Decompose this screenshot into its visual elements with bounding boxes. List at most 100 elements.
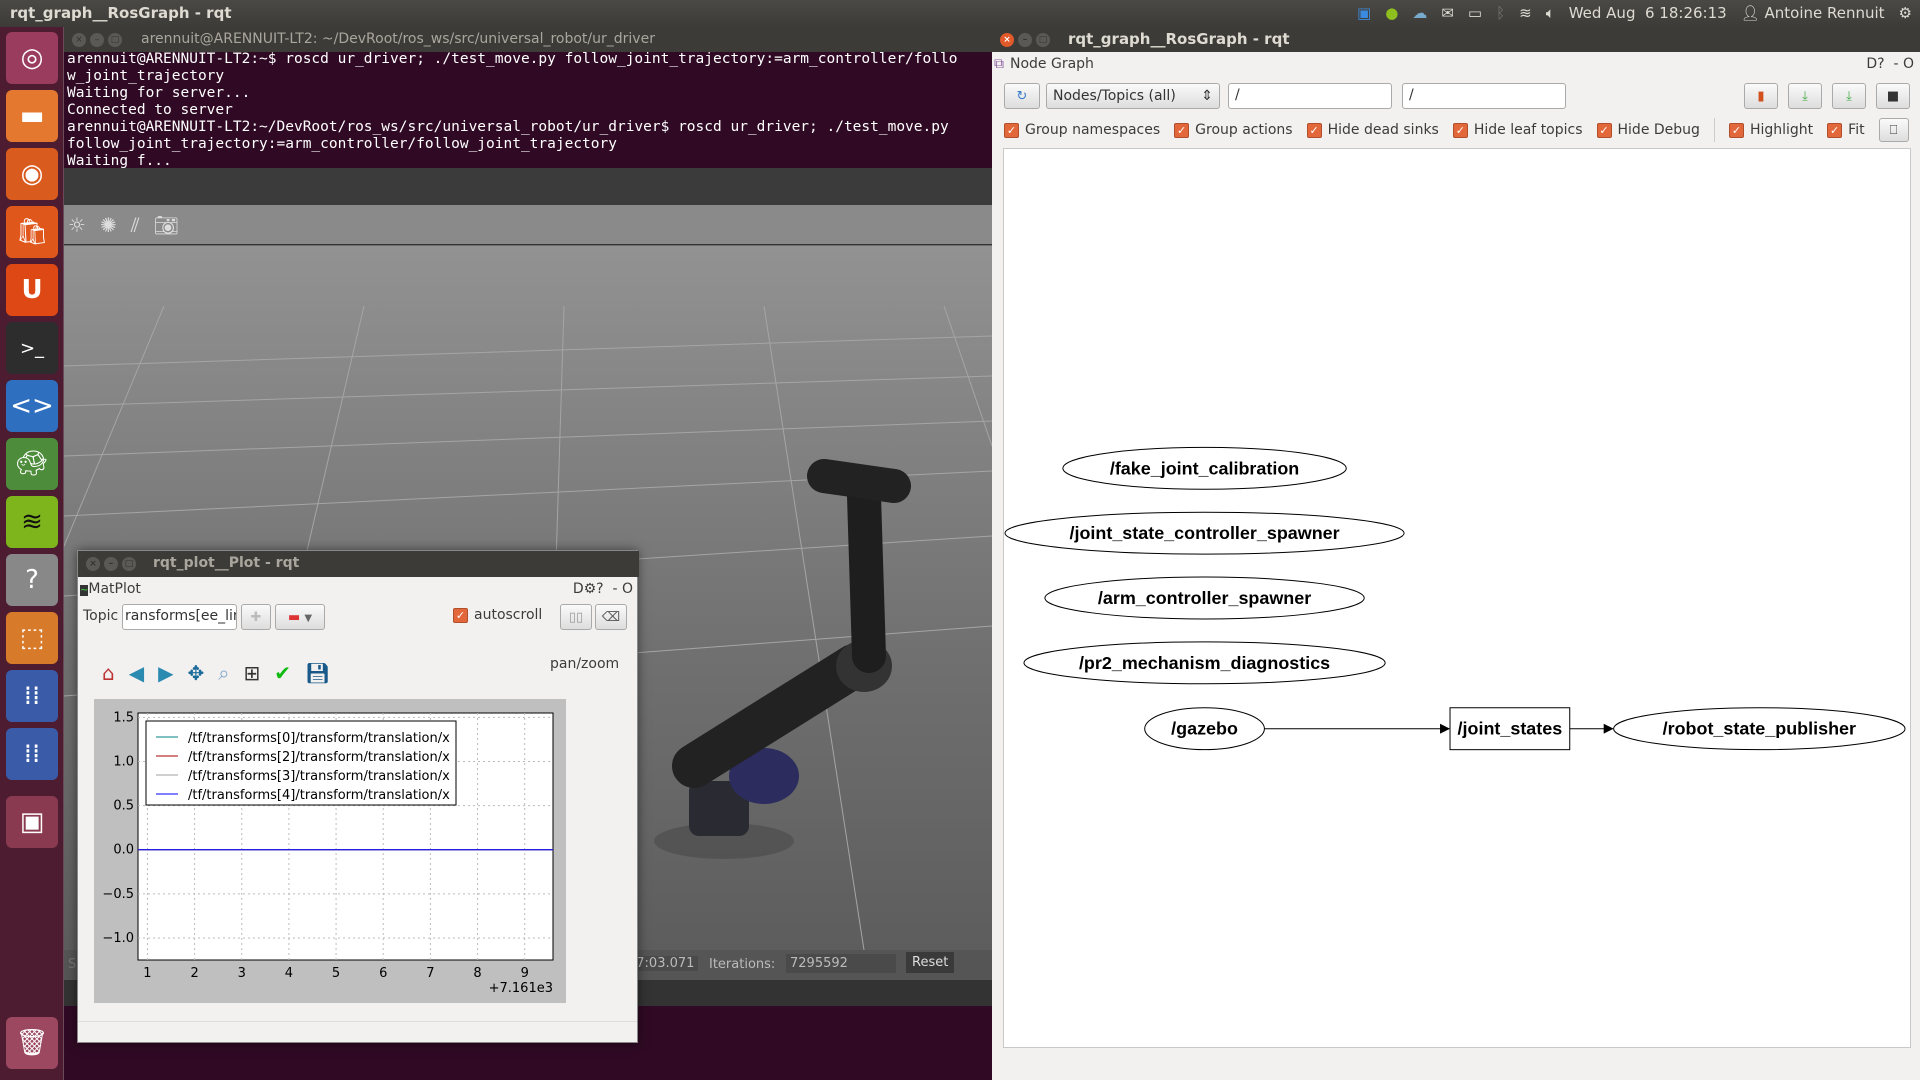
- wifi-icon[interactable]: ≋: [1519, 4, 1532, 22]
- firefox-icon[interactable]: ◉: [6, 148, 58, 200]
- minimize-icon[interactable]: –: [90, 33, 104, 47]
- plot-figure[interactable]: 1 2 3 4 5 6 7 8 9 1.5 1.0 0.5 0.0 −0.5 −1.0 +7.161e3/tf…: [94, 699, 566, 1003]
- plus-icon: ✚: [250, 609, 262, 625]
- mail-icon[interactable]: ✉: [1441, 4, 1454, 22]
- pan-icon[interactable]: ✥: [187, 661, 204, 685]
- iterations-value: 7295592: [786, 954, 896, 973]
- checkbox-hide-debug[interactable]: ✓ Hide Debug: [1596, 122, 1700, 138]
- checkbox-highlight[interactable]: ✓ Highlight: [1728, 122, 1813, 138]
- terminal-line: follow_joint_trajectory:=arm_controller/…: [67, 136, 617, 152]
- bluetooth-icon[interactable]: ᛒ: [1496, 4, 1505, 22]
- ubuntu-home-icon[interactable]: ◎: [6, 32, 58, 84]
- topic-filter-input[interactable]: /: [1402, 83, 1566, 109]
- files-icon[interactable]: ▬: [6, 90, 58, 142]
- clear-button[interactable]: ⌫: [595, 604, 627, 630]
- rqt-plot-window[interactable]: × – □ rqt_plot__Plot - rqt ~MatPlot D⚙? - …: [77, 550, 639, 1043]
- y-tick-label: 0.5: [113, 799, 134, 814]
- graph-node[interactable]: /fake_joint_calibration: [1062, 446, 1347, 490]
- spotify-icon[interactable]: ≋: [6, 496, 58, 548]
- close-icon[interactable]: ×: [1000, 33, 1014, 47]
- checkbox-fit[interactable]: ✓ Fit: [1827, 122, 1865, 138]
- workspace-switcher-icon[interactable]: ▣: [6, 796, 58, 848]
- graph-topic[interactable]: /joint_states: [1449, 707, 1571, 751]
- close-icon[interactable]: ×: [86, 557, 100, 571]
- refresh-button[interactable]: ↻: [1004, 83, 1040, 109]
- user-menu[interactable]: 👤︎ Antoine Rennuit: [1741, 4, 1885, 22]
- graph-node[interactable]: /arm_controller_spawner: [1044, 576, 1365, 620]
- checkbox-label: Hide dead sinks: [1327, 122, 1439, 138]
- zoom-rect-icon[interactable]: ⌕: [218, 661, 229, 685]
- subplots-icon[interactable]: ⊞: [243, 661, 260, 685]
- forward-icon[interactable]: ▶: [158, 661, 173, 685]
- save-icon: ⤓: [1802, 88, 1808, 104]
- checkbox-group-namespaces[interactable]: ✓ Group namespaces: [1004, 122, 1160, 138]
- spotify-icon[interactable]: ●: [1385, 4, 1398, 22]
- minimize-icon[interactable]: –: [1018, 33, 1032, 47]
- sun-light-icon[interactable]: ☼: [68, 213, 86, 237]
- maximize-icon[interactable]: □: [122, 557, 136, 571]
- plot-titlebar[interactable]: × – □ rqt_plot__Plot - rqt: [78, 551, 639, 577]
- maximize-icon[interactable]: □: [108, 33, 122, 47]
- clock[interactable]: Wed Aug 6 18:26:13: [1569, 4, 1727, 22]
- save-svg-button[interactable]: ⤓: [1832, 83, 1866, 109]
- checkbox-group-actions[interactable]: ✓ Group actions: [1174, 122, 1293, 138]
- point-light-icon[interactable]: ✺: [100, 213, 117, 237]
- minimize-icon[interactable]: –: [104, 557, 118, 571]
- screenshot-icon[interactable]: 📷︎: [154, 213, 179, 237]
- ubuntu-one-icon[interactable]: U: [6, 264, 58, 316]
- load-dot-button[interactable]: ▮: [1744, 83, 1778, 109]
- close-icon[interactable]: ×: [72, 33, 86, 47]
- maximize-icon[interactable]: □: [1036, 33, 1050, 47]
- turtle-icon[interactable]: 🐢︎: [6, 438, 58, 490]
- save-image-button[interactable]: ■: [1876, 83, 1910, 109]
- cloud-sync-icon[interactable]: ☁: [1412, 4, 1427, 22]
- home-icon[interactable]: ⌂: [102, 661, 115, 685]
- fit-view-button[interactable]: ⎕: [1878, 118, 1909, 142]
- graph-node[interactable]: /gazebo: [1144, 707, 1265, 751]
- edit-axes-icon[interactable]: ✔: [274, 661, 291, 685]
- plugin-controls[interactable]: D? - O: [1866, 56, 1914, 72]
- rqt-graph-window[interactable]: × – □ rqt_graph__RosGraph - rqt ⧉ Node Gra…: [992, 27, 1920, 1080]
- plugin-controls[interactable]: D⚙? - O: [573, 581, 633, 597]
- teamviewer-icon[interactable]: ▣: [1357, 4, 1371, 22]
- autoscroll-checkbox[interactable]: ✓ autoscroll: [453, 607, 542, 623]
- mode-select[interactable]: Nodes/Topics (all) ⇕: [1046, 83, 1220, 109]
- checkbox-label: Hide leaf topics: [1473, 122, 1583, 138]
- volume-icon[interactable]: 🔈︎: [1546, 4, 1555, 22]
- top-panel: rqt_graph__RosGraph - rqt ▣ ● ☁ ✉ ▭ ᛒ ≋ …: [0, 0, 1920, 27]
- package-icon[interactable]: ⬚: [6, 612, 58, 664]
- save-image-icon: ⤓: [1846, 88, 1852, 104]
- namespace-filter-input[interactable]: /: [1228, 83, 1392, 109]
- graph-canvas[interactable]: /fake_joint_calibration /joint_state_con…: [1003, 148, 1911, 1048]
- battery-icon[interactable]: ▭: [1468, 4, 1482, 22]
- terminal-icon[interactable]: >_: [6, 322, 58, 374]
- x-tick-label: 8: [473, 966, 481, 981]
- add-topic-button[interactable]: ✚: [241, 604, 271, 630]
- pause-button[interactable]: ▯▯: [560, 604, 592, 630]
- checkbox-hide-leaf-topics[interactable]: ✓ Hide leaf topics: [1452, 122, 1583, 138]
- graph-node[interactable]: /pr2_mechanism_diagnostics: [1023, 641, 1386, 685]
- reset-button[interactable]: Reset: [906, 952, 955, 973]
- apps-icon-2[interactable]: ⁞⁞: [6, 728, 58, 780]
- checkbox-checked-icon: ✓: [1174, 122, 1190, 138]
- gear-icon[interactable]: ⚙: [1899, 4, 1912, 22]
- apps-icon[interactable]: ⁞⁞: [6, 670, 58, 722]
- remote-desktop-icon[interactable]: <>: [6, 380, 58, 432]
- help-icon[interactable]: ?: [6, 554, 58, 606]
- x-tick-label: 9: [521, 966, 529, 981]
- remove-topic-button[interactable]: ▬ ▼: [275, 604, 325, 630]
- save-dot-button[interactable]: ⤓: [1788, 83, 1822, 109]
- back-icon[interactable]: ◀: [129, 661, 144, 685]
- graph-node[interactable]: /robot_state_publisher: [1613, 707, 1906, 751]
- trash-icon[interactable]: 🗑︎: [6, 1017, 58, 1069]
- save-figure-icon[interactable]: 💾︎: [305, 661, 330, 685]
- software-center-icon[interactable]: 🛍︎: [6, 206, 58, 258]
- directional-light-icon[interactable]: ⫽: [131, 213, 140, 237]
- checkbox-hide-dead-sinks[interactable]: ✓ Hide dead sinks: [1306, 122, 1439, 138]
- terminal-titlebar[interactable]: × – □ arennuit@ARENNUIT-LT2: ~/DevRoot/ros…: [64, 27, 992, 52]
- topic-input[interactable]: ransforms[ee_link]: [122, 604, 237, 630]
- rqt-graph-titlebar[interactable]: × – □ rqt_graph__RosGraph - rqt: [992, 27, 1920, 52]
- checkbox-label: Group namespaces: [1025, 122, 1161, 138]
- graph-node[interactable]: /joint_state_controller_spawner: [1004, 511, 1405, 555]
- terminal-output[interactable]: arennuit@ARENNUIT-LT2:~$ roscd ur_driver…: [67, 51, 957, 170]
